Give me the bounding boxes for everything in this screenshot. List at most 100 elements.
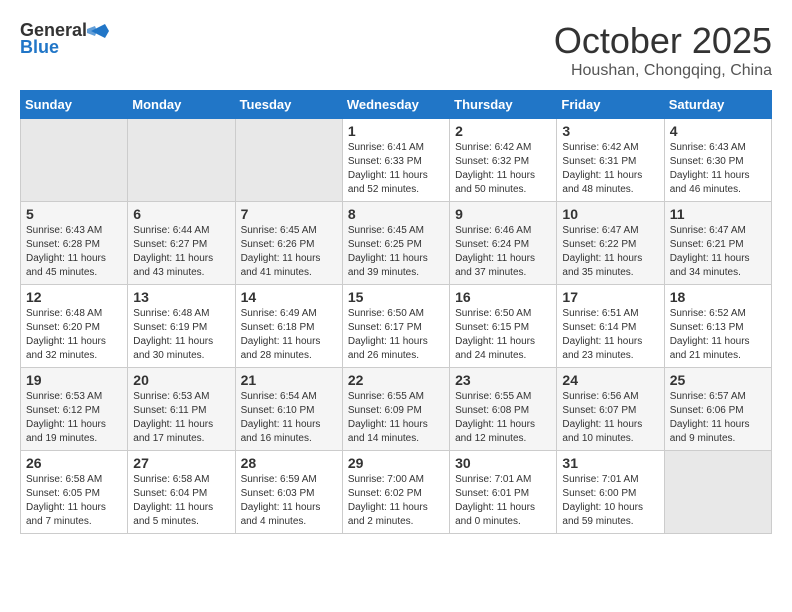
calendar-cell: 7 Sunrise: 6:45 AMSunset: 6:26 PMDaylight… (235, 202, 342, 285)
day-info: Sunrise: 6:45 AMSunset: 6:26 PMDaylight:… (241, 224, 337, 280)
day-info: Sunrise: 6:57 AMSunset: 6:06 PMDaylight:… (670, 390, 766, 446)
calendar-cell (664, 451, 771, 534)
day-info: Sunrise: 6:42 AMSunset: 6:32 PMDaylight:… (455, 141, 551, 197)
day-number: 1 (348, 123, 444, 139)
calendar-cell (21, 119, 128, 202)
day-info: Sunrise: 6:51 AMSunset: 6:14 PMDaylight:… (562, 307, 658, 363)
day-number: 23 (455, 372, 551, 388)
logo-bird-icon (87, 22, 109, 40)
day-info: Sunrise: 6:58 AMSunset: 6:05 PMDaylight:… (26, 473, 122, 529)
calendar-cell: 2 Sunrise: 6:42 AMSunset: 6:32 PMDaylight… (450, 119, 557, 202)
calendar-cell: 16Sunrise: 6:50 AMSunset: 6:15 PMDayligh… (450, 285, 557, 368)
calendar-cell: 30 Sunrise: 7:01 AMSunset: 6:01 PMDayligh… (450, 451, 557, 534)
calendar-cell: 11Sunrise: 6:47 AMSunset: 6:21 PMDayligh… (664, 202, 771, 285)
day-number: 27 (133, 455, 229, 471)
page-header: General Blue October 2025 Houshan, Chong… (20, 20, 772, 80)
month-title: October 2025 (554, 20, 772, 62)
day-number: 12 (26, 289, 122, 305)
day-info: Sunrise: 6:58 AMSunset: 6:04 PMDaylight:… (133, 473, 229, 529)
day-info: Sunrise: 6:42 AMSunset: 6:31 PMDaylight:… (562, 141, 658, 197)
calendar-cell: 24 Sunrise: 6:56 AMSunset: 6:07 PMDayligh… (557, 368, 664, 451)
day-number: 4 (670, 123, 766, 139)
calendar-cell (235, 119, 342, 202)
header-cell-friday: Friday (557, 91, 664, 119)
calendar-week-row: 12 Sunrise: 6:48 AMSunset: 6:20 PMDayligh… (21, 285, 772, 368)
calendar-cell: 9 Sunrise: 6:46 AMSunset: 6:24 PMDaylight… (450, 202, 557, 285)
calendar-cell: 8 Sunrise: 6:45 AMSunset: 6:25 PMDaylight… (342, 202, 449, 285)
day-info: Sunrise: 6:46 AMSunset: 6:24 PMDaylight:… (455, 224, 551, 280)
day-number: 10 (562, 206, 658, 222)
day-info: Sunrise: 6:48 AMSunset: 6:19 PMDaylight:… (133, 307, 229, 363)
day-info: Sunrise: 6:52 AMSunset: 6:13 PMDaylight:… (670, 307, 766, 363)
calendar-cell (128, 119, 235, 202)
header-cell-monday: Monday (128, 91, 235, 119)
calendar-cell: 29 Sunrise: 7:00 AMSunset: 6:02 PMDayligh… (342, 451, 449, 534)
day-info: Sunrise: 7:00 AMSunset: 6:02 PMDaylight:… (348, 473, 444, 529)
calendar-cell: 31Sunrise: 7:01 AMSunset: 6:00 PMDayligh… (557, 451, 664, 534)
calendar-table: SundayMondayTuesdayWednesdayThursdayFrid… (20, 90, 772, 534)
calendar-cell: 10 Sunrise: 6:47 AMSunset: 6:22 PMDayligh… (557, 202, 664, 285)
calendar-cell: 26Sunrise: 6:58 AMSunset: 6:05 PMDayligh… (21, 451, 128, 534)
calendar-week-row: 26Sunrise: 6:58 AMSunset: 6:05 PMDayligh… (21, 451, 772, 534)
day-info: Sunrise: 6:47 AMSunset: 6:22 PMDaylight:… (562, 224, 658, 280)
title-area: October 2025 Houshan, Chongqing, China (554, 20, 772, 80)
day-number: 29 (348, 455, 444, 471)
day-number: 13 (133, 289, 229, 305)
calendar-cell: 21Sunrise: 6:54 AMSunset: 6:10 PMDayligh… (235, 368, 342, 451)
day-info: Sunrise: 6:56 AMSunset: 6:07 PMDaylight:… (562, 390, 658, 446)
day-info: Sunrise: 6:53 AMSunset: 6:11 PMDaylight:… (133, 390, 229, 446)
day-info: Sunrise: 6:49 AMSunset: 6:18 PMDaylight:… (241, 307, 337, 363)
header-cell-thursday: Thursday (450, 91, 557, 119)
day-info: Sunrise: 6:50 AMSunset: 6:17 PMDaylight:… (348, 307, 444, 363)
calendar-cell: 18 Sunrise: 6:52 AMSunset: 6:13 PMDayligh… (664, 285, 771, 368)
day-info: Sunrise: 6:48 AMSunset: 6:20 PMDaylight:… (26, 307, 122, 363)
calendar-cell: 4 Sunrise: 6:43 AMSunset: 6:30 PMDaylight… (664, 119, 771, 202)
day-number: 28 (241, 455, 337, 471)
calendar-cell: 6 Sunrise: 6:44 AMSunset: 6:27 PMDaylight… (128, 202, 235, 285)
day-number: 18 (670, 289, 766, 305)
day-info: Sunrise: 6:59 AMSunset: 6:03 PMDaylight:… (241, 473, 337, 529)
day-number: 25 (670, 372, 766, 388)
day-number: 6 (133, 206, 229, 222)
calendar-cell: 22 Sunrise: 6:55 AMSunset: 6:09 PMDayligh… (342, 368, 449, 451)
day-number: 30 (455, 455, 551, 471)
day-info: Sunrise: 7:01 AMSunset: 6:00 PMDaylight:… (562, 473, 658, 529)
calendar-cell: 20Sunrise: 6:53 AMSunset: 6:11 PMDayligh… (128, 368, 235, 451)
day-number: 15 (348, 289, 444, 305)
calendar-cell: 12 Sunrise: 6:48 AMSunset: 6:20 PMDayligh… (21, 285, 128, 368)
header-cell-wednesday: Wednesday (342, 91, 449, 119)
day-number: 7 (241, 206, 337, 222)
day-info: Sunrise: 7:01 AMSunset: 6:01 PMDaylight:… (455, 473, 551, 529)
day-number: 17 (562, 289, 658, 305)
day-number: 3 (562, 123, 658, 139)
header-row: SundayMondayTuesdayWednesdayThursdayFrid… (21, 91, 772, 119)
calendar-cell: 5Sunrise: 6:43 AMSunset: 6:28 PMDaylight… (21, 202, 128, 285)
day-info: Sunrise: 6:41 AMSunset: 6:33 PMDaylight:… (348, 141, 444, 197)
day-info: Sunrise: 6:43 AMSunset: 6:30 PMDaylight:… (670, 141, 766, 197)
day-number: 9 (455, 206, 551, 222)
day-number: 24 (562, 372, 658, 388)
calendar-cell: 3 Sunrise: 6:42 AMSunset: 6:31 PMDaylight… (557, 119, 664, 202)
calendar-week-row: 1 Sunrise: 6:41 AMSunset: 6:33 PMDaylight… (21, 119, 772, 202)
day-number: 2 (455, 123, 551, 139)
day-number: 16 (455, 289, 551, 305)
day-number: 14 (241, 289, 337, 305)
calendar-week-row: 19Sunrise: 6:53 AMSunset: 6:12 PMDayligh… (21, 368, 772, 451)
calendar-cell: 15 Sunrise: 6:50 AMSunset: 6:17 PMDayligh… (342, 285, 449, 368)
day-info: Sunrise: 6:44 AMSunset: 6:27 PMDaylight:… (133, 224, 229, 280)
calendar-cell: 13 Sunrise: 6:48 AMSunset: 6:19 PMDayligh… (128, 285, 235, 368)
calendar-cell: 17 Sunrise: 6:51 AMSunset: 6:14 PMDayligh… (557, 285, 664, 368)
calendar-cell: 28 Sunrise: 6:59 AMSunset: 6:03 PMDayligh… (235, 451, 342, 534)
calendar-cell: 23 Sunrise: 6:55 AMSunset: 6:08 PMDayligh… (450, 368, 557, 451)
calendar-header: SundayMondayTuesdayWednesdayThursdayFrid… (21, 91, 772, 119)
day-info: Sunrise: 6:55 AMSunset: 6:09 PMDaylight:… (348, 390, 444, 446)
header-cell-sunday: Sunday (21, 91, 128, 119)
logo: General Blue (20, 20, 109, 58)
day-number: 8 (348, 206, 444, 222)
day-number: 11 (670, 206, 766, 222)
day-info: Sunrise: 6:55 AMSunset: 6:08 PMDaylight:… (455, 390, 551, 446)
day-info: Sunrise: 6:45 AMSunset: 6:25 PMDaylight:… (348, 224, 444, 280)
logo-blue-text: Blue (20, 37, 59, 58)
day-number: 22 (348, 372, 444, 388)
header-cell-tuesday: Tuesday (235, 91, 342, 119)
